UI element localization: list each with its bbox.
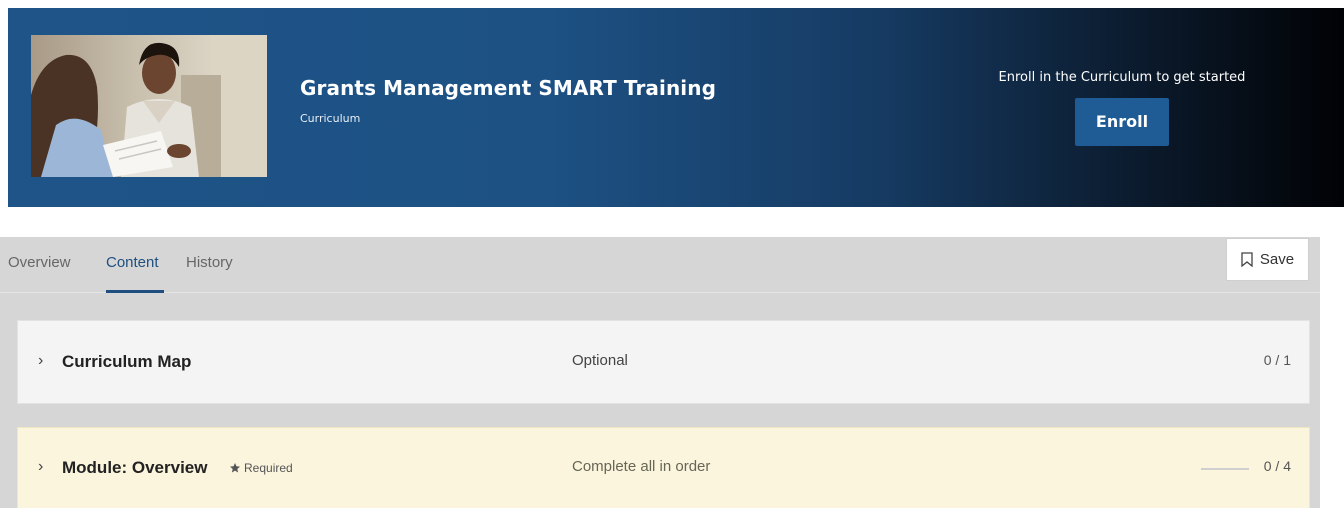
business-meeting-photo-icon bbox=[31, 35, 267, 177]
curriculum-item-module-overview[interactable]: › Module: Overview Required Complete all… bbox=[17, 427, 1310, 508]
tab-history[interactable]: History bbox=[186, 254, 233, 271]
curriculum-type: Curriculum bbox=[300, 112, 361, 125]
enroll-prompt: Enroll in the Curriculum to get started bbox=[998, 70, 1246, 85]
save-button[interactable]: Save bbox=[1226, 238, 1309, 281]
save-label: Save bbox=[1259, 251, 1295, 268]
required-badge: Required bbox=[229, 461, 293, 475]
bookmark-icon bbox=[1241, 252, 1253, 267]
curriculum-header: Grants Management SMART Training Curricu… bbox=[8, 8, 1344, 207]
header-text: Grants Management SMART Training Curricu… bbox=[300, 76, 716, 125]
star-icon bbox=[230, 463, 240, 473]
chevron-right-icon[interactable]: › bbox=[38, 352, 43, 370]
required-label: Required bbox=[244, 461, 293, 475]
curriculum-title: Grants Management SMART Training bbox=[300, 76, 717, 100]
item-progress-count: 0 / 4 bbox=[1263, 458, 1291, 474]
progress-bar bbox=[1201, 468, 1249, 470]
active-tab-indicator bbox=[106, 290, 164, 293]
item-progress-count: 0 / 1 bbox=[1263, 352, 1291, 368]
item-requirement: Optional bbox=[572, 352, 628, 369]
item-requirement: Complete all in order bbox=[572, 458, 711, 475]
item-title: Module: Overview bbox=[62, 458, 208, 477]
curriculum-thumbnail bbox=[31, 35, 267, 177]
curriculum-content: Overview Content History Save › Curricul… bbox=[0, 237, 1320, 508]
chevron-right-icon[interactable]: › bbox=[38, 458, 43, 476]
tab-overview[interactable]: Overview bbox=[8, 254, 71, 271]
enroll-button[interactable]: Enroll bbox=[1075, 98, 1169, 146]
tab-content[interactable]: Content bbox=[106, 254, 159, 271]
curriculum-item-curriculum-map[interactable]: › Curriculum Map Optional 0 / 1 bbox=[17, 320, 1310, 404]
enroll-panel: Enroll in the Curriculum to get started … bbox=[966, 70, 1278, 146]
tab-bar: Overview Content History Save bbox=[0, 237, 1320, 293]
item-title: Curriculum Map bbox=[62, 352, 192, 371]
